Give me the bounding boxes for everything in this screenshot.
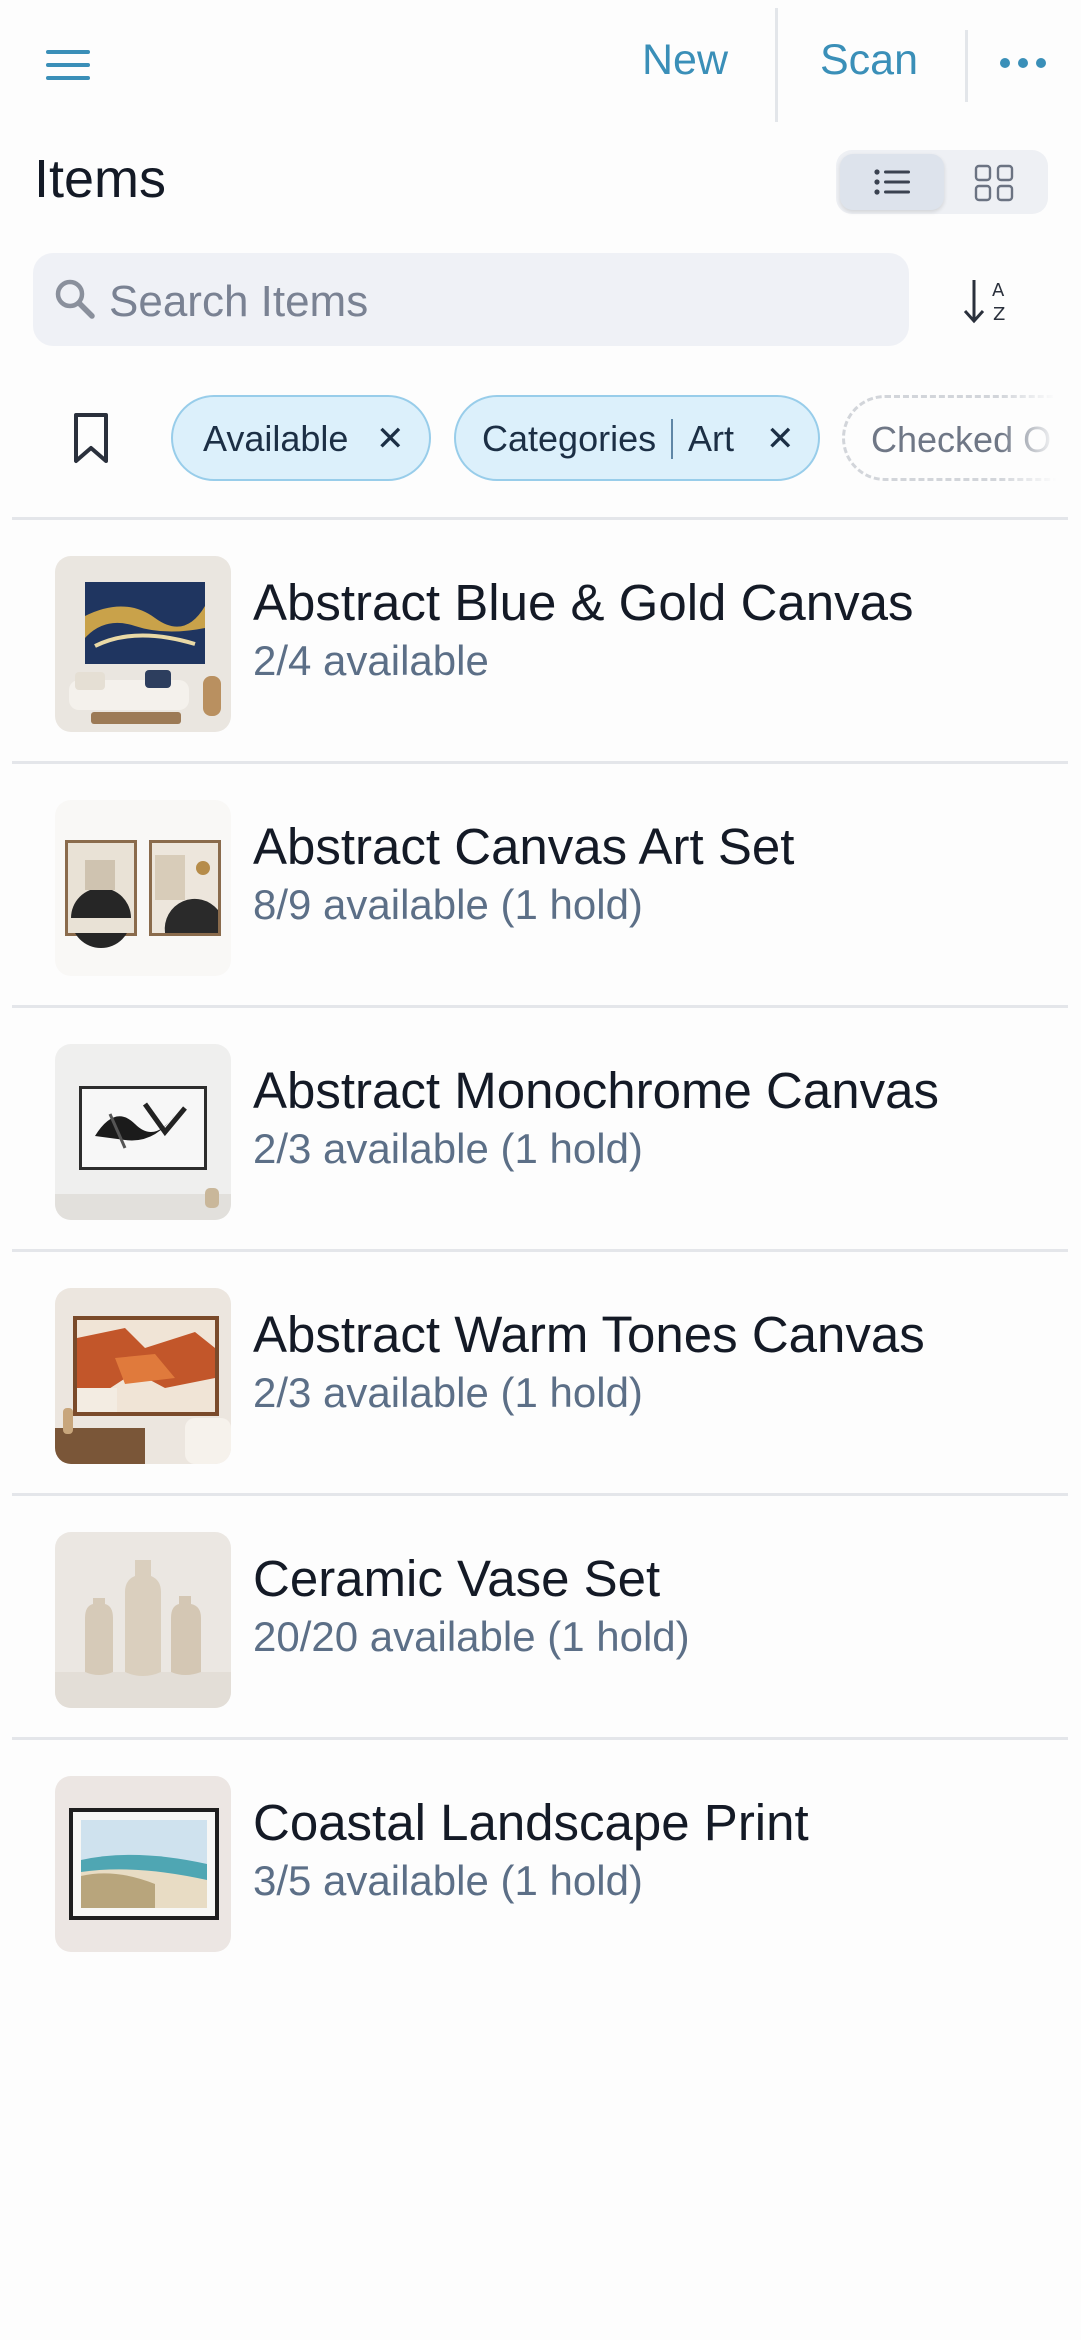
- menu-icon[interactable]: [46, 50, 90, 82]
- item-availability: 3/5 available (1 hold): [253, 1857, 643, 1904]
- item-availability: 2/3 available (1 hold): [253, 1369, 643, 1416]
- item-name: Abstract Monochrome Canvas: [253, 1062, 939, 1119]
- item-thumbnail: [55, 800, 231, 976]
- view-toggle: [836, 150, 1048, 214]
- chip-separator: [671, 419, 673, 459]
- list-view-button[interactable]: [840, 154, 944, 210]
- divider: [12, 761, 1068, 764]
- item-thumbnail: [55, 1288, 231, 1464]
- item-name: Coastal Landscape Print: [253, 1794, 809, 1851]
- list-item[interactable]: Abstract Monochrome Canvas 2/3 available…: [12, 1009, 1068, 1249]
- search-input[interactable]: Search Items: [33, 253, 909, 346]
- svg-text:A: A: [992, 280, 1005, 301]
- chip-category: Categories: [482, 418, 657, 459]
- chip-value: Art: [688, 418, 735, 459]
- item-availability: 20/20 available (1 hold): [253, 1613, 690, 1660]
- divider: [12, 1737, 1068, 1740]
- list-item[interactable]: Abstract Warm Tones Canvas 2/3 available…: [12, 1253, 1068, 1493]
- item-name: Abstract Canvas Art Set: [253, 818, 795, 875]
- more-options-icon[interactable]: [1000, 58, 1046, 72]
- item-thumbnail: [55, 1776, 231, 1952]
- divider: [12, 1249, 1068, 1252]
- search-placeholder: Search Items: [109, 277, 369, 326]
- saved-filters-button[interactable]: [68, 410, 114, 466]
- sort-az-icon: A Z: [963, 280, 1005, 325]
- filter-chip-available[interactable]: Available ✕: [171, 395, 431, 481]
- scroll-fade: [1000, 380, 1081, 500]
- list-icon: [874, 169, 910, 195]
- new-button[interactable]: New: [642, 36, 728, 85]
- divider: [12, 1005, 1068, 1008]
- list-item[interactable]: Ceramic Vase Set 20/20 available (1 hold…: [12, 1497, 1068, 1737]
- item-availability: 8/9 available (1 hold): [253, 881, 643, 928]
- svg-text:Z: Z: [993, 304, 1005, 325]
- close-icon[interactable]: ✕: [766, 419, 795, 459]
- item-name: Abstract Warm Tones Canvas: [253, 1306, 925, 1363]
- grid-icon: [974, 164, 1014, 202]
- divider: [965, 30, 968, 102]
- item-thumbnail: [55, 556, 231, 732]
- item-name: Ceramic Vase Set: [253, 1550, 661, 1607]
- filter-chip-categories[interactable]: Categories Art ✕: [454, 395, 820, 481]
- list-item[interactable]: Abstract Canvas Art Set 8/9 available (1…: [12, 765, 1068, 1005]
- divider: [12, 517, 1068, 520]
- item-thumbnail: [55, 1044, 231, 1220]
- sort-button[interactable]: A Z: [960, 274, 1020, 328]
- scan-button[interactable]: Scan: [820, 36, 918, 85]
- page-title: Items: [34, 149, 167, 209]
- grid-view-button[interactable]: [942, 154, 1046, 210]
- item-name: Abstract Blue & Gold Canvas: [253, 574, 914, 631]
- item-thumbnail: [55, 1532, 231, 1708]
- item-availability: 2/4 available: [253, 637, 489, 684]
- top-bar: New Scan: [0, 0, 1081, 130]
- item-availability: 2/3 available (1 hold): [253, 1125, 643, 1172]
- divider: [12, 1493, 1068, 1496]
- search-icon: [55, 279, 95, 319]
- close-icon[interactable]: ✕: [376, 419, 405, 459]
- divider: [775, 8, 778, 122]
- chip-label: Available: [203, 418, 349, 459]
- bookmark-icon: [74, 413, 108, 463]
- list-item[interactable]: Abstract Blue & Gold Canvas 2/4 availabl…: [12, 521, 1068, 761]
- list-item[interactable]: Coastal Landscape Print 3/5 available (1…: [12, 1741, 1068, 1981]
